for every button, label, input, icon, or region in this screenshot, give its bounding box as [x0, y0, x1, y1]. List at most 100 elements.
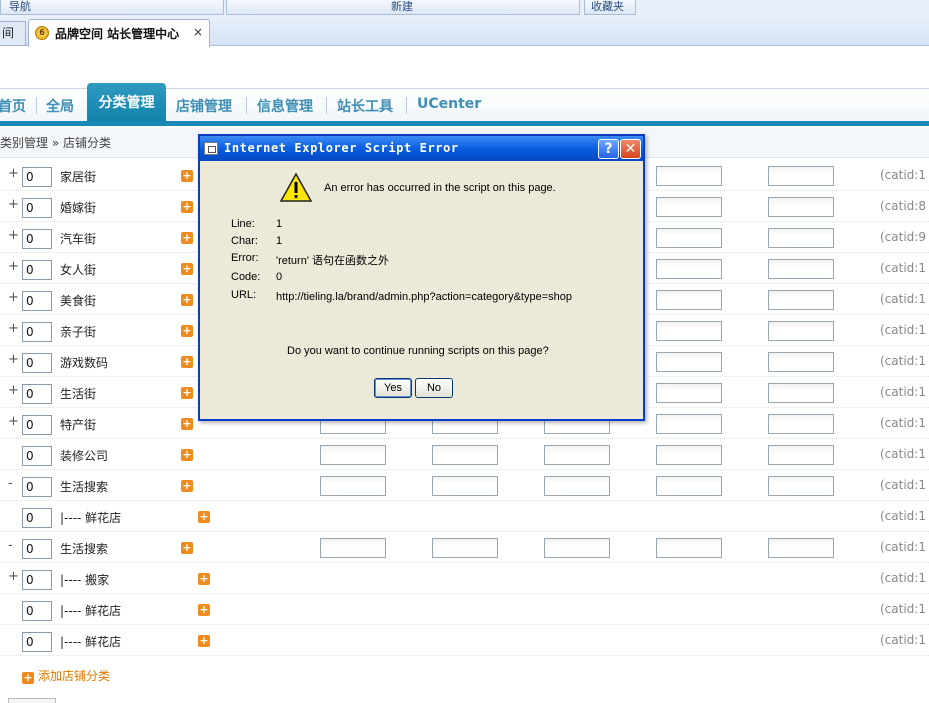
expand-toggle[interactable]: +	[8, 259, 19, 274]
category-field-input[interactable]	[656, 321, 722, 341]
category-field-input[interactable]	[656, 259, 722, 279]
add-subcategory-icon[interactable]: +	[181, 387, 193, 399]
expand-toggle[interactable]: +	[8, 352, 19, 367]
category-field-input[interactable]	[656, 445, 722, 465]
add-subcategory-icon[interactable]: +	[198, 573, 210, 585]
add-subcategory-icon[interactable]: +	[181, 263, 193, 275]
category-field-input[interactable]	[656, 228, 722, 248]
display-order-input[interactable]: 0	[22, 291, 52, 311]
display-order-input[interactable]: 0	[22, 632, 52, 652]
category-field-input[interactable]	[656, 414, 722, 434]
add-subcategory-icon[interactable]: +	[181, 480, 193, 492]
expand-toggle[interactable]: +	[8, 569, 19, 584]
category-field-input[interactable]	[656, 352, 722, 372]
add-subcategory-icon[interactable]: +	[181, 201, 193, 213]
category-field-input[interactable]	[656, 290, 722, 310]
display-order-input[interactable]: 0	[22, 260, 52, 280]
tab-previous[interactable]: 间	[0, 21, 26, 46]
expand-toggle[interactable]: +	[8, 197, 19, 212]
category-field-input[interactable]	[544, 476, 610, 496]
category-field-input[interactable]	[320, 538, 386, 558]
category-field-input[interactable]	[656, 197, 722, 217]
add-subcategory-icon[interactable]: +	[181, 170, 193, 182]
expand-toggle[interactable]: -	[8, 476, 18, 491]
nav-item-info[interactable]: 信息管理	[257, 96, 313, 116]
display-order-input[interactable]: 0	[22, 229, 52, 249]
display-order-input[interactable]: 0	[22, 415, 52, 435]
add-subcategory-icon[interactable]: +	[198, 604, 210, 616]
category-field-input[interactable]	[768, 290, 834, 310]
expand-toggle[interactable]: +	[8, 414, 19, 429]
add-subcategory-icon[interactable]: +	[181, 294, 193, 306]
catid-label: (catid:1	[880, 571, 926, 585]
category-field-input[interactable]	[768, 197, 834, 217]
nav-item-home[interactable]: 首页	[0, 96, 26, 116]
expand-toggle[interactable]: +	[8, 228, 19, 243]
display-order-input[interactable]: 0	[22, 508, 52, 528]
yes-button[interactable]: Yes	[374, 378, 412, 398]
nav-item-tools[interactable]: 站长工具	[337, 96, 393, 116]
category-field-input[interactable]	[768, 538, 834, 558]
expand-toggle[interactable]: -	[8, 538, 18, 553]
nav-item-category[interactable]: 分类管理	[87, 83, 166, 121]
add-subcategory-icon[interactable]: +	[181, 356, 193, 368]
add-subcategory-icon[interactable]: +	[198, 635, 210, 647]
expand-toggle[interactable]: +	[8, 383, 19, 398]
new-menu-button[interactable]: 新建	[226, 0, 580, 15]
category-field-input[interactable]	[656, 538, 722, 558]
expand-toggle[interactable]: +	[8, 166, 19, 181]
add-subcategory-icon[interactable]: +	[198, 511, 210, 523]
category-field-input[interactable]	[656, 383, 722, 403]
display-order-input[interactable]: 0	[22, 167, 52, 187]
dialog-titlebar[interactable]: Internet Explorer Script Error ? ✕	[200, 136, 643, 161]
category-field-input[interactable]	[320, 445, 386, 465]
catid-label: (catid:1	[880, 261, 926, 275]
nav-menu-button[interactable]: 导航	[0, 0, 224, 15]
add-category-link[interactable]: + 添加店铺分类	[22, 667, 110, 684]
category-field-input[interactable]	[768, 476, 834, 496]
add-subcategory-icon[interactable]: +	[181, 449, 193, 461]
display-order-input[interactable]: 0	[22, 322, 52, 342]
category-field-input[interactable]	[544, 538, 610, 558]
category-field-input[interactable]	[768, 228, 834, 248]
no-button[interactable]: No	[415, 378, 453, 398]
add-subcategory-icon[interactable]: +	[181, 325, 193, 337]
category-field-input[interactable]	[432, 476, 498, 496]
display-order-input[interactable]: 0	[22, 384, 52, 404]
detail-label-code: Code:	[231, 271, 261, 283]
display-order-input[interactable]: 0	[22, 198, 52, 218]
category-field-input[interactable]	[656, 166, 722, 186]
display-order-input[interactable]: 0	[22, 539, 52, 559]
help-button[interactable]: ?	[598, 139, 619, 159]
nav-item-global[interactable]: 全局	[46, 96, 74, 116]
display-order-input[interactable]: 0	[22, 601, 52, 621]
favorites-button[interactable]: 收藏夹	[584, 0, 636, 15]
tab-close-icon[interactable]: ×	[193, 25, 203, 39]
nav-item-ucenter[interactable]: UCenter	[417, 96, 481, 112]
display-order-input[interactable]: 0	[22, 570, 52, 590]
add-subcategory-icon[interactable]: +	[181, 542, 193, 554]
category-field-input[interactable]	[432, 445, 498, 465]
display-order-input[interactable]: 0	[22, 477, 52, 497]
category-field-input[interactable]	[768, 259, 834, 279]
category-field-input[interactable]	[768, 166, 834, 186]
category-field-input[interactable]	[768, 445, 834, 465]
category-field-input[interactable]	[768, 321, 834, 341]
expand-toggle[interactable]: +	[8, 290, 19, 305]
tab-active[interactable]: 6 品牌空间 站长管理中心 ×	[28, 19, 210, 47]
category-field-input[interactable]	[432, 538, 498, 558]
category-field-input[interactable]	[768, 352, 834, 372]
category-field-input[interactable]	[768, 414, 834, 434]
dialog-close-button[interactable]: ✕	[620, 139, 641, 159]
category-field-input[interactable]	[768, 383, 834, 403]
expand-toggle[interactable]: +	[8, 321, 19, 336]
category-name: |---- 鲜花店	[60, 635, 122, 649]
nav-item-shops[interactable]: 店铺管理	[176, 96, 232, 116]
add-subcategory-icon[interactable]: +	[181, 232, 193, 244]
add-subcategory-icon[interactable]: +	[181, 418, 193, 430]
display-order-input[interactable]: 0	[22, 446, 52, 466]
display-order-input[interactable]: 0	[22, 353, 52, 373]
category-field-input[interactable]	[320, 476, 386, 496]
category-field-input[interactable]	[544, 445, 610, 465]
category-field-input[interactable]	[656, 476, 722, 496]
